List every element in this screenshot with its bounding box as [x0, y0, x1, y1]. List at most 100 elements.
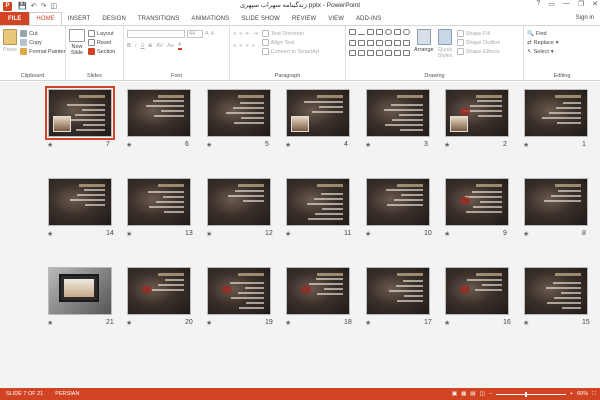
transition-star-icon[interactable]: ★	[126, 319, 132, 327]
shape-moon-icon[interactable]	[394, 50, 401, 57]
text-direction-button[interactable]: Text Direction	[261, 29, 320, 38]
shape-rectangle-icon[interactable]	[349, 29, 356, 35]
shape-line-icon[interactable]	[358, 29, 365, 35]
minimize-button[interactable]: —	[563, 0, 570, 8]
slide-thumbnail-17[interactable]	[366, 267, 430, 315]
shape-arrow-icon[interactable]	[367, 29, 374, 35]
select-button[interactable]: ↖ Select ▾	[527, 47, 597, 56]
replace-button[interactable]: ⇄ Replace ▾	[527, 38, 597, 47]
shape-callout-icon[interactable]	[367, 50, 374, 57]
shape-star-icon[interactable]	[367, 39, 374, 46]
shape-effects-button[interactable]: Shape Effects	[456, 47, 501, 56]
language-indicator[interactable]: PERSIAN	[49, 391, 85, 397]
transition-star-icon[interactable]: ★	[206, 141, 212, 149]
close-button[interactable]: ✕	[592, 0, 598, 8]
tab-file[interactable]: FILE	[0, 12, 30, 25]
increase-indent-icon[interactable]: ⇥	[253, 31, 258, 37]
shape-curve-icon[interactable]	[349, 50, 356, 57]
section-button[interactable]: Section	[88, 47, 115, 56]
tab-review[interactable]: REVIEW	[286, 12, 322, 25]
copy-button[interactable]: Copy	[20, 38, 65, 47]
shapes-gallery[interactable]	[349, 29, 410, 59]
numbering-icon[interactable]: ≡	[239, 31, 242, 37]
slide-thumbnail-5[interactable]	[207, 89, 271, 137]
transition-star-icon[interactable]: ★	[285, 230, 291, 238]
slide-thumbnail-16[interactable]	[445, 267, 509, 315]
transition-star-icon[interactable]: ★	[47, 141, 53, 149]
underline-icon[interactable]: U	[141, 43, 145, 49]
bullets-icon[interactable]: ≡	[233, 31, 236, 37]
shape-triangle-icon[interactable]	[394, 29, 401, 35]
normal-view-icon[interactable]: ▣	[452, 391, 457, 397]
transition-star-icon[interactable]: ★	[206, 319, 212, 327]
sign-in-link[interactable]: Sign in	[576, 15, 594, 21]
zoom-slider[interactable]	[495, 391, 566, 397]
shape-star-icon[interactable]	[394, 39, 401, 46]
find-button[interactable]: 🔍 Find	[527, 29, 597, 38]
transition-star-icon[interactable]: ★	[444, 230, 450, 238]
slide-thumbnail-7[interactable]	[45, 86, 115, 140]
grow-font-icon[interactable]: A	[205, 31, 209, 37]
transition-star-icon[interactable]: ★	[365, 230, 371, 238]
transition-star-icon[interactable]: ★	[523, 141, 529, 149]
slide-thumbnail-4[interactable]	[286, 89, 350, 137]
shape-more-icon[interactable]	[403, 39, 410, 46]
align-left-icon[interactable]: ≡	[233, 43, 236, 49]
transition-star-icon[interactable]: ★	[126, 141, 132, 149]
transition-star-icon[interactable]: ★	[365, 141, 371, 149]
align-center-icon[interactable]: ≡	[239, 43, 242, 49]
paste-button[interactable]: Paste	[3, 29, 17, 56]
ribbon-display-button[interactable]: ▭	[548, 0, 555, 8]
slide-thumbnail-19[interactable]	[207, 267, 271, 315]
transition-star-icon[interactable]: ★	[444, 141, 450, 149]
shrink-font-icon[interactable]: A	[211, 31, 215, 37]
shape-brace-icon[interactable]	[385, 39, 392, 46]
new-slide-button[interactable]: New Slide	[69, 29, 85, 56]
tab-add-ins[interactable]: ADD-INS	[350, 12, 387, 25]
slide-thumbnail-11[interactable]	[286, 178, 350, 226]
slide-thumbnail-9[interactable]	[445, 178, 509, 226]
shape-fill-button[interactable]: Shape Fill	[456, 29, 501, 38]
slide-thumbnail-12[interactable]	[207, 178, 271, 226]
slide-thumbnail-1[interactable]	[524, 89, 588, 137]
transition-star-icon[interactable]: ★	[285, 141, 291, 149]
shape-callout-icon[interactable]	[376, 50, 383, 57]
transition-star-icon[interactable]: ★	[206, 230, 212, 238]
shape-curve-icon[interactable]	[358, 50, 365, 57]
shape-line-icon[interactable]	[349, 39, 356, 46]
tab-transitions[interactable]: TRANSITIONS	[132, 12, 185, 25]
italic-icon[interactable]: I	[135, 43, 137, 49]
help-button[interactable]: ?	[536, 0, 540, 8]
decrease-indent-icon[interactable]: ⇤	[245, 31, 250, 37]
convert-smartart-button[interactable]: Convert to SmartArt	[261, 47, 319, 56]
font-color-icon[interactable]: A	[177, 42, 182, 50]
font-name-field[interactable]	[127, 29, 185, 38]
tab-animations[interactable]: ANIMATIONS	[185, 12, 235, 25]
transition-star-icon[interactable]: ★	[523, 230, 529, 238]
reading-view-icon[interactable]: ▤	[470, 391, 475, 397]
cut-button[interactable]: Cut	[20, 29, 65, 38]
shape-brace-icon[interactable]	[376, 39, 383, 46]
format-painter-button[interactable]: Format Painter	[20, 47, 65, 56]
slide-thumbnail-20[interactable]	[127, 267, 191, 315]
shape-more-icon[interactable]	[403, 50, 410, 57]
slide-thumbnail-18[interactable]	[286, 267, 350, 315]
transition-star-icon[interactable]: ★	[47, 230, 53, 238]
zoom-slider-thumb[interactable]	[524, 391, 527, 397]
slide-thumbnail-14[interactable]	[48, 178, 112, 226]
slide-thumbnail-13[interactable]	[127, 178, 191, 226]
transition-star-icon[interactable]: ★	[126, 230, 132, 238]
shape-rectangle-icon[interactable]	[376, 29, 383, 35]
slide-thumbnail-8[interactable]	[524, 178, 588, 226]
tab-view[interactable]: VIEW	[322, 12, 350, 25]
shape-heart-icon[interactable]	[385, 50, 392, 57]
transition-star-icon[interactable]: ★	[523, 319, 529, 327]
shape-arrow-icon[interactable]	[358, 39, 365, 46]
slide-thumbnail-6[interactable]	[127, 89, 191, 137]
zoom-level[interactable]: 60%	[577, 391, 588, 397]
layout-button[interactable]: Layout	[88, 29, 115, 38]
arrange-button[interactable]: Arrange	[414, 29, 434, 59]
slide-thumbnail-15[interactable]	[524, 267, 588, 315]
tab-home[interactable]: HOME	[29, 12, 62, 25]
zoom-in-icon[interactable]: +	[570, 391, 573, 397]
